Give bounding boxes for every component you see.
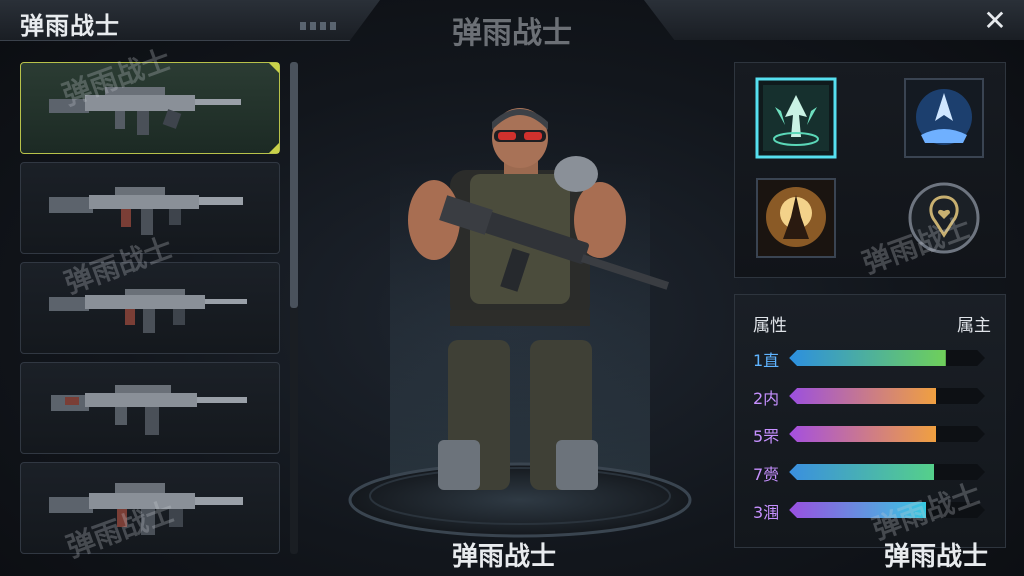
close-icon: ✕ bbox=[983, 4, 1007, 37]
attribute-label: 2内 bbox=[753, 389, 780, 408]
bottom-center-title: 弹雨战士 bbox=[452, 542, 557, 572]
attribute-bar-track bbox=[789, 388, 985, 404]
skill-slot-3[interactable] bbox=[755, 177, 837, 259]
soldier-character bbox=[348, 108, 692, 538]
attribute-bar-fill bbox=[789, 502, 927, 518]
weapon-card-2[interactable] bbox=[20, 162, 280, 254]
weapon-card-5[interactable] bbox=[20, 462, 280, 554]
attribute-row: 1直 bbox=[751, 347, 991, 370]
weapon-card-3[interactable] bbox=[20, 262, 280, 354]
attribute-row: 7赍 bbox=[751, 461, 991, 484]
title-plate-right bbox=[644, 0, 1024, 40]
center-title: 弹雨战士 bbox=[452, 16, 572, 51]
attribute-row: 3涠 bbox=[751, 499, 991, 522]
attribute-label: 3涠 bbox=[753, 503, 780, 522]
decor-stripes bbox=[300, 22, 340, 30]
weapon-card-4[interactable] bbox=[20, 362, 280, 454]
attribute-label: 7赍 bbox=[753, 465, 780, 484]
attribute-panel: 属性 属主 1直 2内 5罘 7赍 3涠 bbox=[734, 294, 1006, 548]
attribute-label: 1直 bbox=[753, 351, 780, 370]
attribute-header-right: 属主 bbox=[957, 316, 991, 336]
attribute-bar-fill bbox=[789, 426, 936, 442]
rifle-icon bbox=[49, 483, 243, 535]
rifle-icon bbox=[49, 187, 243, 235]
rifle-icon bbox=[49, 289, 247, 333]
skill-slot-2[interactable] bbox=[903, 77, 985, 159]
skill-panel bbox=[734, 62, 1006, 278]
attribute-header-left: 属性 bbox=[753, 316, 787, 336]
attribute-bar-fill bbox=[789, 350, 946, 366]
location-heart-skill-icon bbox=[908, 182, 980, 254]
attribute-bar-track bbox=[789, 350, 985, 366]
weapon-list bbox=[20, 62, 282, 556]
bottom-right-title: 弹雨战士 bbox=[884, 542, 989, 572]
attribute-label: 5罘 bbox=[753, 427, 780, 446]
golden-burst-skill-icon bbox=[756, 178, 836, 258]
game-title: 弹雨战士 bbox=[20, 12, 120, 40]
attribute-bar-track bbox=[789, 502, 985, 518]
attribute-bar-fill bbox=[789, 388, 936, 404]
attribute-row: 2内 bbox=[751, 385, 991, 408]
rifle-icon bbox=[51, 385, 247, 435]
attribute-row: 5罘 bbox=[751, 423, 991, 446]
close-button[interactable]: ✕ bbox=[980, 6, 1010, 36]
weapon-card-1[interactable] bbox=[20, 62, 280, 154]
attribute-bar-track bbox=[789, 464, 985, 480]
weapon-list-scrollbar[interactable] bbox=[290, 62, 298, 554]
scroll-thumb[interactable] bbox=[290, 62, 298, 308]
skill-slot-1[interactable] bbox=[755, 77, 837, 159]
skill-slot-4[interactable] bbox=[903, 177, 985, 259]
attribute-bar-fill bbox=[789, 464, 935, 480]
upward-arrows-skill-icon bbox=[755, 77, 837, 159]
attribute-bar-track bbox=[789, 426, 985, 442]
rifle-icon bbox=[49, 87, 241, 135]
blue-shield-skill-icon bbox=[904, 78, 984, 158]
top-bar: 弹雨战士 弹雨战士 ✕ bbox=[0, 0, 1024, 51]
